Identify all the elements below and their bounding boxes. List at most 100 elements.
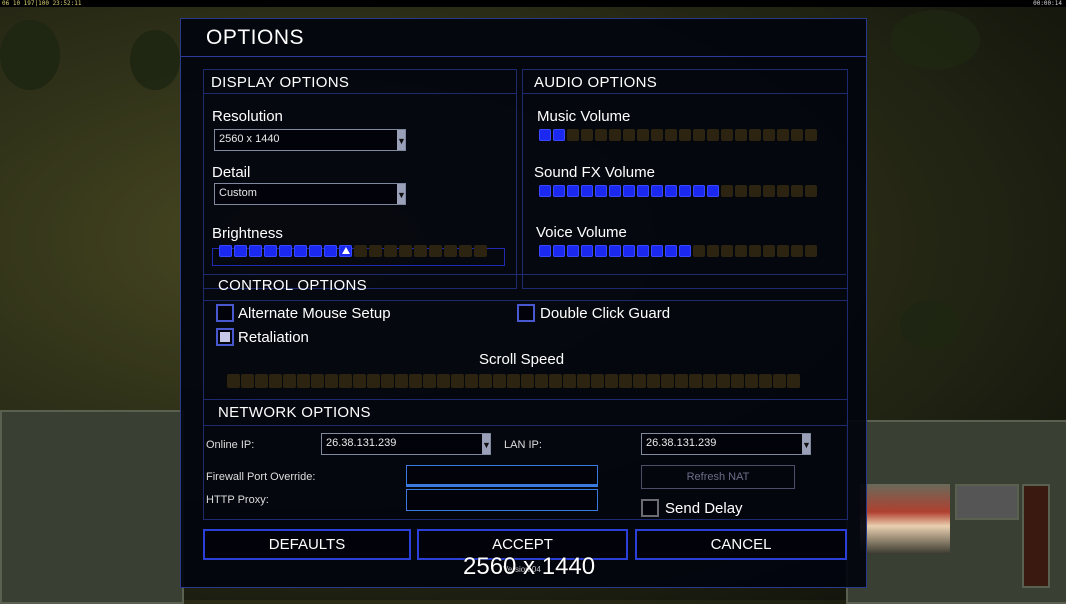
slider-segment[interactable]	[591, 374, 604, 388]
slider-segment[interactable]	[563, 374, 576, 388]
slider-segment[interactable]	[805, 129, 817, 141]
slider-segment[interactable]	[429, 245, 442, 257]
slider-segment[interactable]	[661, 374, 674, 388]
chevron-down-icon[interactable]: ▼	[397, 184, 406, 204]
slider-segment[interactable]	[623, 129, 635, 141]
slider-segment[interactable]	[665, 245, 677, 257]
slider-segment[interactable]	[409, 374, 422, 388]
slider-segment[interactable]	[507, 374, 520, 388]
slider-segment[interactable]	[539, 129, 551, 141]
slider-segment[interactable]	[759, 374, 772, 388]
slider-segment[interactable]	[234, 245, 247, 257]
slider-segment[interactable]	[619, 374, 632, 388]
slider-segment[interactable]	[581, 185, 593, 197]
slider-segment[interactable]	[647, 374, 660, 388]
slider-segment[interactable]	[227, 374, 240, 388]
slider-segment[interactable]	[721, 129, 733, 141]
send-delay-label[interactable]: Send Delay	[665, 500, 743, 517]
slider-segment[interactable]	[651, 129, 663, 141]
slider-segment[interactable]	[735, 129, 747, 141]
slider-segment[interactable]	[567, 185, 579, 197]
slider-segment[interactable]	[637, 129, 649, 141]
slider-segment[interactable]	[539, 185, 551, 197]
sfx-volume-slider[interactable]	[539, 185, 817, 197]
slider-segment[interactable]	[381, 374, 394, 388]
slider-segment[interactable]	[749, 185, 761, 197]
slider-segment[interactable]	[609, 129, 621, 141]
slider-segment[interactable]	[553, 185, 565, 197]
slider-segment[interactable]	[693, 245, 705, 257]
slider-segment[interactable]	[354, 245, 367, 257]
slider-segment[interactable]	[279, 245, 292, 257]
slider-segment[interactable]	[297, 374, 310, 388]
slider-segment[interactable]	[249, 245, 262, 257]
double-click-guard-checkbox[interactable]	[517, 304, 535, 322]
slider-segment[interactable]	[693, 129, 705, 141]
brightness-thumb[interactable]	[342, 247, 350, 254]
slider-segment[interactable]	[777, 185, 789, 197]
slider-segment[interactable]	[651, 185, 663, 197]
slider-segment[interactable]	[567, 245, 579, 257]
slider-segment[interactable]	[707, 129, 719, 141]
slider-segment[interactable]	[609, 245, 621, 257]
slider-segment[interactable]	[553, 245, 565, 257]
slider-segment[interactable]	[241, 374, 254, 388]
slider-segment[interactable]	[707, 245, 719, 257]
slider-segment[interactable]	[325, 374, 338, 388]
slider-segment[interactable]	[459, 245, 472, 257]
slider-segment[interactable]	[353, 374, 366, 388]
slider-segment[interactable]	[679, 245, 691, 257]
retaliation-checkbox[interactable]	[216, 328, 234, 346]
slider-segment[interactable]	[369, 245, 382, 257]
slider-segment[interactable]	[637, 245, 649, 257]
http-proxy-input[interactable]	[406, 489, 598, 511]
slider-segment[interactable]	[679, 129, 691, 141]
slider-segment[interactable]	[549, 374, 562, 388]
slider-segment[interactable]	[745, 374, 758, 388]
slider-segment[interactable]	[693, 185, 705, 197]
slider-segment[interactable]	[763, 129, 775, 141]
slider-segment[interactable]	[721, 245, 733, 257]
slider-segment[interactable]	[521, 374, 534, 388]
firewall-port-input[interactable]	[406, 465, 598, 487]
slider-segment[interactable]	[264, 245, 277, 257]
defaults-button[interactable]: DEFAULTS	[203, 529, 411, 560]
double-click-guard-label[interactable]: Double Click Guard	[540, 305, 670, 322]
slider-segment[interactable]	[423, 374, 436, 388]
alternate-mouse-checkbox[interactable]	[216, 304, 234, 322]
slider-segment[interactable]	[605, 374, 618, 388]
slider-segment[interactable]	[219, 245, 232, 257]
slider-segment[interactable]	[444, 245, 457, 257]
slider-segment[interactable]	[283, 374, 296, 388]
slider-segment[interactable]	[595, 245, 607, 257]
slider-segment[interactable]	[665, 185, 677, 197]
slider-segment[interactable]	[805, 185, 817, 197]
slider-segment[interactable]	[633, 374, 646, 388]
brightness-bar[interactable]	[219, 245, 487, 257]
slider-segment[interactable]	[777, 129, 789, 141]
slider-segment[interactable]	[339, 374, 352, 388]
slider-segment[interactable]	[567, 129, 579, 141]
slider-segment[interactable]	[805, 245, 817, 257]
slider-segment[interactable]	[679, 185, 691, 197]
retaliation-label[interactable]: Retaliation	[238, 329, 309, 346]
slider-segment[interactable]	[493, 374, 506, 388]
slider-segment[interactable]	[651, 245, 663, 257]
slider-segment[interactable]	[474, 245, 487, 257]
slider-segment[interactable]	[763, 245, 775, 257]
slider-segment[interactable]	[553, 129, 565, 141]
scroll-speed-slider[interactable]	[227, 374, 800, 388]
slider-segment[interactable]	[763, 185, 775, 197]
slider-segment[interactable]	[324, 245, 337, 257]
slider-segment[interactable]	[367, 374, 380, 388]
slider-segment[interactable]	[577, 374, 590, 388]
alternate-mouse-label[interactable]: Alternate Mouse Setup	[238, 305, 391, 322]
refresh-nat-button[interactable]: Refresh NAT	[641, 465, 795, 489]
slider-segment[interactable]	[637, 185, 649, 197]
slider-segment[interactable]	[675, 374, 688, 388]
slider-segment[interactable]	[309, 245, 322, 257]
slider-segment[interactable]	[623, 245, 635, 257]
slider-segment[interactable]	[294, 245, 307, 257]
slider-segment[interactable]	[749, 245, 761, 257]
online-ip-dropdown[interactable]: 26.38.131.239 ▼	[321, 433, 491, 455]
